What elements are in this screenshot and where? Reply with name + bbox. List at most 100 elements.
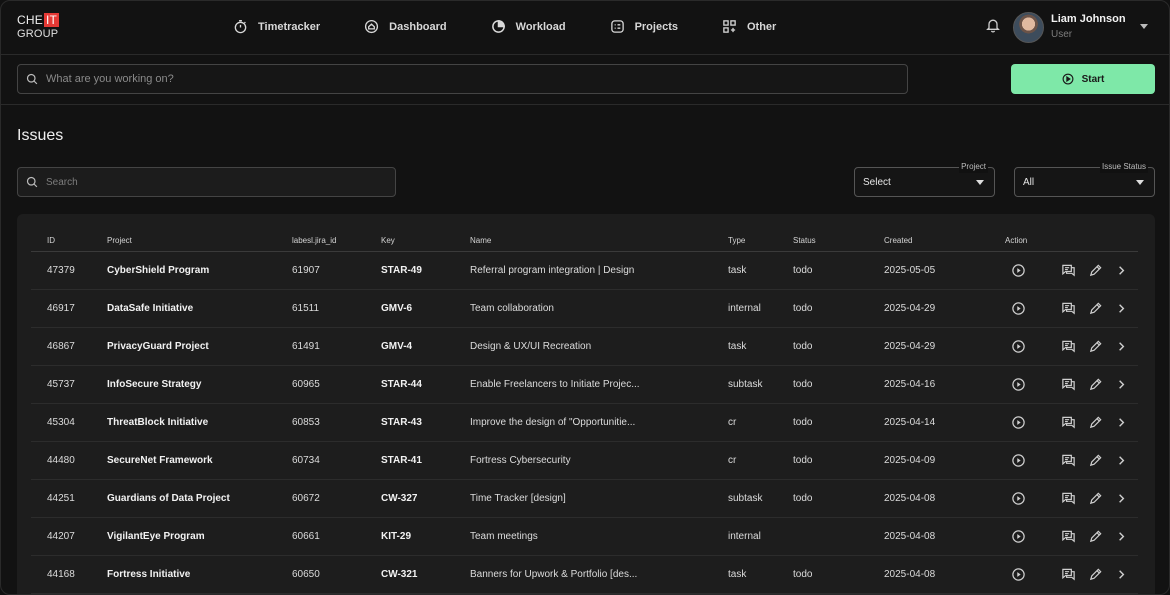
play-circle-icon <box>1062 73 1074 85</box>
table-row[interactable]: 45304 ThreatBlock Initiative 60853 STAR-… <box>31 404 1138 442</box>
project-select[interactable]: Project Select <box>854 161 995 197</box>
cell-key[interactable]: GMV-4 <box>381 341 412 352</box>
table-row[interactable]: 46867 PrivacyGuard Project 61491 GMV-4 D… <box>31 328 1138 366</box>
table-row[interactable]: 45737 InfoSecure Strategy 60965 STAR-44 … <box>31 366 1138 404</box>
bell-icon[interactable] <box>985 17 1001 33</box>
tracker-bar: Start <box>1 55 1169 105</box>
cell-status: todo <box>793 379 813 390</box>
play-circle-icon[interactable] <box>1011 263 1026 278</box>
comment-icon[interactable] <box>1061 263 1076 278</box>
chevron-right-icon[interactable] <box>1114 377 1129 392</box>
comment-icon[interactable] <box>1061 415 1076 430</box>
cell-jira-id: 60853 <box>292 417 320 428</box>
play-circle-icon[interactable] <box>1011 339 1026 354</box>
play-circle-icon[interactable] <box>1011 301 1026 316</box>
comment-icon[interactable] <box>1061 529 1076 544</box>
cell-key[interactable]: STAR-44 <box>381 379 422 390</box>
cell-key[interactable]: STAR-43 <box>381 417 422 428</box>
search-input[interactable] <box>46 176 379 188</box>
edit-pencil-icon[interactable] <box>1088 301 1103 316</box>
table-row[interactable]: 44168 Fortress Initiative 60650 CW-321 B… <box>31 556 1138 594</box>
table-row[interactable]: 44207 VigilantEye Program 60661 KIT-29 T… <box>31 518 1138 556</box>
cell-project[interactable]: Fortress Initiative <box>107 569 190 580</box>
edit-pencil-icon[interactable] <box>1088 567 1103 582</box>
cell-key[interactable]: CW-321 <box>381 569 417 580</box>
cell-key[interactable]: CW-327 <box>381 493 417 504</box>
column-header-id[interactable]: ID <box>47 236 55 245</box>
chevron-right-icon[interactable] <box>1114 453 1129 468</box>
chevron-right-icon[interactable] <box>1114 415 1129 430</box>
nav-item-dashboard[interactable]: Dashboard <box>364 19 447 34</box>
comment-icon[interactable] <box>1061 377 1076 392</box>
chevron-right-icon[interactable] <box>1114 567 1129 582</box>
cell-key[interactable]: STAR-49 <box>381 265 422 276</box>
tracker-input-box[interactable] <box>17 64 908 94</box>
comment-icon[interactable] <box>1061 301 1076 316</box>
cell-key[interactable]: GMV-6 <box>381 303 412 314</box>
cell-status: todo <box>793 341 813 352</box>
logo-text-top: CHE <box>17 13 43 27</box>
cell-key[interactable]: KIT-29 <box>381 531 411 542</box>
task-input[interactable] <box>46 73 839 85</box>
cell-project[interactable]: DataSafe Initiative <box>107 303 193 314</box>
edit-pencil-icon[interactable] <box>1088 529 1103 544</box>
cell-project[interactable]: ThreatBlock Initiative <box>107 417 208 428</box>
column-header-status[interactable]: Status <box>793 236 816 245</box>
chevron-right-icon[interactable] <box>1114 529 1129 544</box>
comment-icon[interactable] <box>1061 491 1076 506</box>
cell-status: todo <box>793 569 813 580</box>
user-name[interactable]: Liam Johnson <box>1051 13 1126 25</box>
issue-status-select[interactable]: Issue Status All <box>1014 161 1155 197</box>
edit-pencil-icon[interactable] <box>1088 263 1103 278</box>
play-circle-icon[interactable] <box>1011 529 1026 544</box>
play-circle-icon[interactable] <box>1011 453 1026 468</box>
search-box[interactable] <box>17 167 396 197</box>
column-header-type[interactable]: Type <box>728 236 745 245</box>
cell-project[interactable]: Guardians of Data Project <box>107 493 230 504</box>
cell-key[interactable]: STAR-41 <box>381 455 422 466</box>
cell-status: todo <box>793 455 813 466</box>
play-circle-icon[interactable] <box>1011 377 1026 392</box>
column-header-name[interactable]: Name <box>470 236 491 245</box>
avatar[interactable] <box>1013 12 1044 43</box>
cell-project[interactable]: CyberShield Program <box>107 265 209 276</box>
cell-project[interactable]: VigilantEye Program <box>107 531 205 542</box>
comment-icon[interactable] <box>1061 339 1076 354</box>
page-title: Issues <box>17 127 64 144</box>
table-row[interactable]: 44251 Guardians of Data Project 60672 CW… <box>31 480 1138 518</box>
nav-item-workload[interactable]: Workload <box>491 19 566 34</box>
cell-jira-id: 60672 <box>292 493 320 504</box>
column-header-created[interactable]: Created <box>884 236 912 245</box>
cell-jira-id: 60965 <box>292 379 320 390</box>
play-circle-icon[interactable] <box>1011 415 1026 430</box>
column-header-project[interactable]: Project <box>107 236 132 245</box>
edit-pencil-icon[interactable] <box>1088 491 1103 506</box>
table-row[interactable]: 47379 CyberShield Program 61907 STAR-49 … <box>31 252 1138 290</box>
nav-item-other[interactable]: Other <box>722 19 776 34</box>
logo[interactable]: CHE IT GROUP <box>17 13 67 43</box>
comment-icon[interactable] <box>1061 567 1076 582</box>
column-header-jira-id[interactable]: labesl.jira_id <box>292 236 336 245</box>
play-circle-icon[interactable] <box>1011 491 1026 506</box>
edit-pencil-icon[interactable] <box>1088 453 1103 468</box>
chevron-right-icon[interactable] <box>1114 301 1129 316</box>
chevron-right-icon[interactable] <box>1114 263 1129 278</box>
edit-pencil-icon[interactable] <box>1088 415 1103 430</box>
cell-project[interactable]: InfoSecure Strategy <box>107 379 201 390</box>
chevron-right-icon[interactable] <box>1114 339 1129 354</box>
cell-project[interactable]: PrivacyGuard Project <box>107 341 209 352</box>
cell-project[interactable]: SecureNet Framework <box>107 455 213 466</box>
edit-pencil-icon[interactable] <box>1088 339 1103 354</box>
start-button[interactable]: Start <box>1011 64 1155 94</box>
chevron-down-icon[interactable] <box>1140 24 1148 29</box>
edit-pencil-icon[interactable] <box>1088 377 1103 392</box>
logo-badge: IT <box>43 13 60 27</box>
play-circle-icon[interactable] <box>1011 567 1026 582</box>
table-row[interactable]: 46917 DataSafe Initiative 61511 GMV-6 Te… <box>31 290 1138 328</box>
table-row[interactable]: 44480 SecureNet Framework 60734 STAR-41 … <box>31 442 1138 480</box>
chevron-right-icon[interactable] <box>1114 491 1129 506</box>
column-header-key[interactable]: Key <box>381 236 395 245</box>
nav-item-timetracker[interactable]: Timetracker <box>233 19 320 34</box>
nav-item-projects[interactable]: Projects <box>610 19 678 34</box>
comment-icon[interactable] <box>1061 453 1076 468</box>
